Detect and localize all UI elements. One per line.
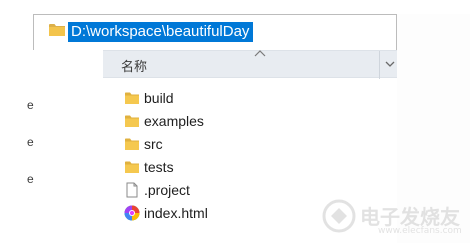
file-icon	[126, 182, 138, 197]
column-divider[interactable]	[379, 51, 380, 79]
folder-icon	[125, 138, 139, 150]
nav-item-fragment[interactable]: e	[27, 98, 34, 112]
list-item[interactable]: examples	[122, 109, 382, 132]
file-name: src	[144, 135, 163, 152]
file-name: examples	[144, 112, 204, 129]
address-bar[interactable]: D:\workspace\beautifulDay	[33, 14, 397, 50]
file-name: .project	[144, 181, 190, 198]
sort-ascending-icon	[254, 50, 266, 57]
column-header: 名称	[103, 50, 397, 79]
watermark-url: www.elecfans.com	[378, 226, 462, 236]
folder-icon	[49, 24, 65, 36]
list-item[interactable]: build	[122, 86, 382, 109]
chevron-down-icon[interactable]	[385, 60, 395, 68]
list-item[interactable]: src	[122, 132, 382, 155]
file-name: tests	[144, 158, 174, 175]
watermark: 电子发烧友 www.elecfans.com	[316, 195, 466, 239]
file-name: build	[144, 89, 174, 106]
folder-icon	[125, 92, 139, 104]
nav-item-fragment[interactable]: e	[27, 172, 34, 186]
file-name: index.html	[144, 204, 208, 221]
column-name-label[interactable]: 名称	[121, 56, 147, 75]
folder-icon	[125, 115, 139, 127]
nav-item-fragment[interactable]: e	[27, 135, 34, 149]
folder-icon	[125, 161, 139, 173]
list-item[interactable]: tests	[122, 155, 382, 178]
watermark-logo-icon	[322, 199, 356, 233]
address-path-text[interactable]: D:\workspace\beautifulDay	[68, 22, 254, 42]
browser-html-icon	[124, 205, 140, 220]
